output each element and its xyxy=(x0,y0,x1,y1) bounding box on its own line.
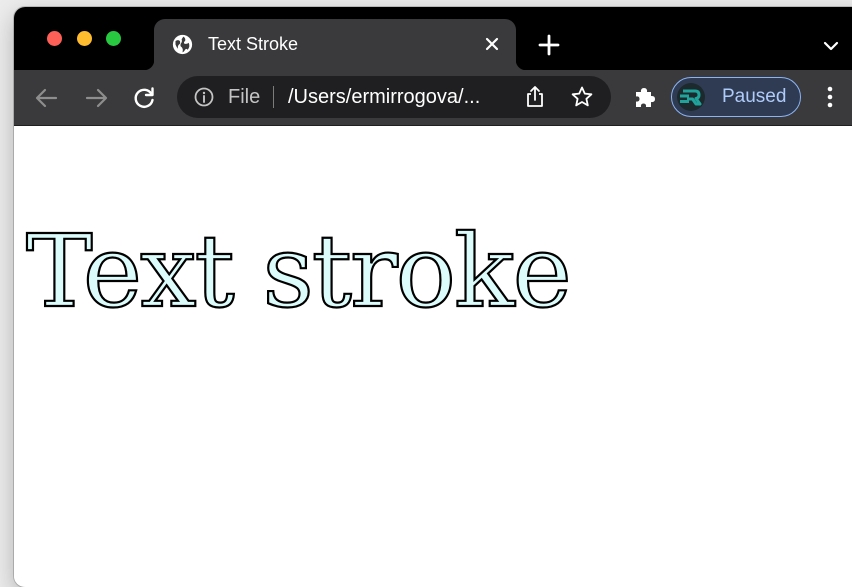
rgg-logo-icon xyxy=(680,89,702,106)
chevron-down-icon[interactable] xyxy=(822,37,840,55)
close-tab-icon[interactable] xyxy=(482,34,502,54)
address-divider xyxy=(273,86,274,108)
url-text[interactable]: /Users/ermirrogova/... xyxy=(288,86,480,108)
profile-avatar xyxy=(677,83,705,111)
tab-title: Text Stroke xyxy=(208,34,299,54)
browser-toolbar: File /Users/ermirrogova/... Paused xyxy=(14,70,852,126)
share-icon[interactable] xyxy=(524,85,546,109)
reload-icon[interactable] xyxy=(131,85,157,111)
kebab-menu-icon[interactable] xyxy=(822,84,838,110)
puzzle-icon[interactable] xyxy=(631,84,657,110)
arrow-left-icon[interactable] xyxy=(34,85,60,111)
info-icon[interactable] xyxy=(194,87,214,107)
url-scheme-label: File xyxy=(228,86,261,108)
tab-strip: Text Stroke xyxy=(14,7,852,70)
minimize-window-button[interactable] xyxy=(77,31,92,46)
browser-window: Text Stroke File /Users/ermirrogova/... … xyxy=(14,7,852,587)
profile-button[interactable]: Paused xyxy=(671,77,801,117)
maximize-window-button[interactable] xyxy=(106,31,121,46)
globe-icon xyxy=(172,34,193,55)
stroke-text-heading: Text stroke xyxy=(25,213,573,330)
tab-active[interactable]: Text Stroke xyxy=(144,19,526,70)
star-icon[interactable] xyxy=(570,85,594,109)
close-window-button[interactable] xyxy=(47,31,62,46)
profile-status-label: Paused xyxy=(722,86,787,107)
plus-icon[interactable] xyxy=(538,34,560,56)
arrow-right-icon[interactable] xyxy=(83,85,109,111)
page-viewport: Text stroke xyxy=(14,126,852,586)
address-bar[interactable]: File /Users/ermirrogova/... xyxy=(177,76,611,118)
